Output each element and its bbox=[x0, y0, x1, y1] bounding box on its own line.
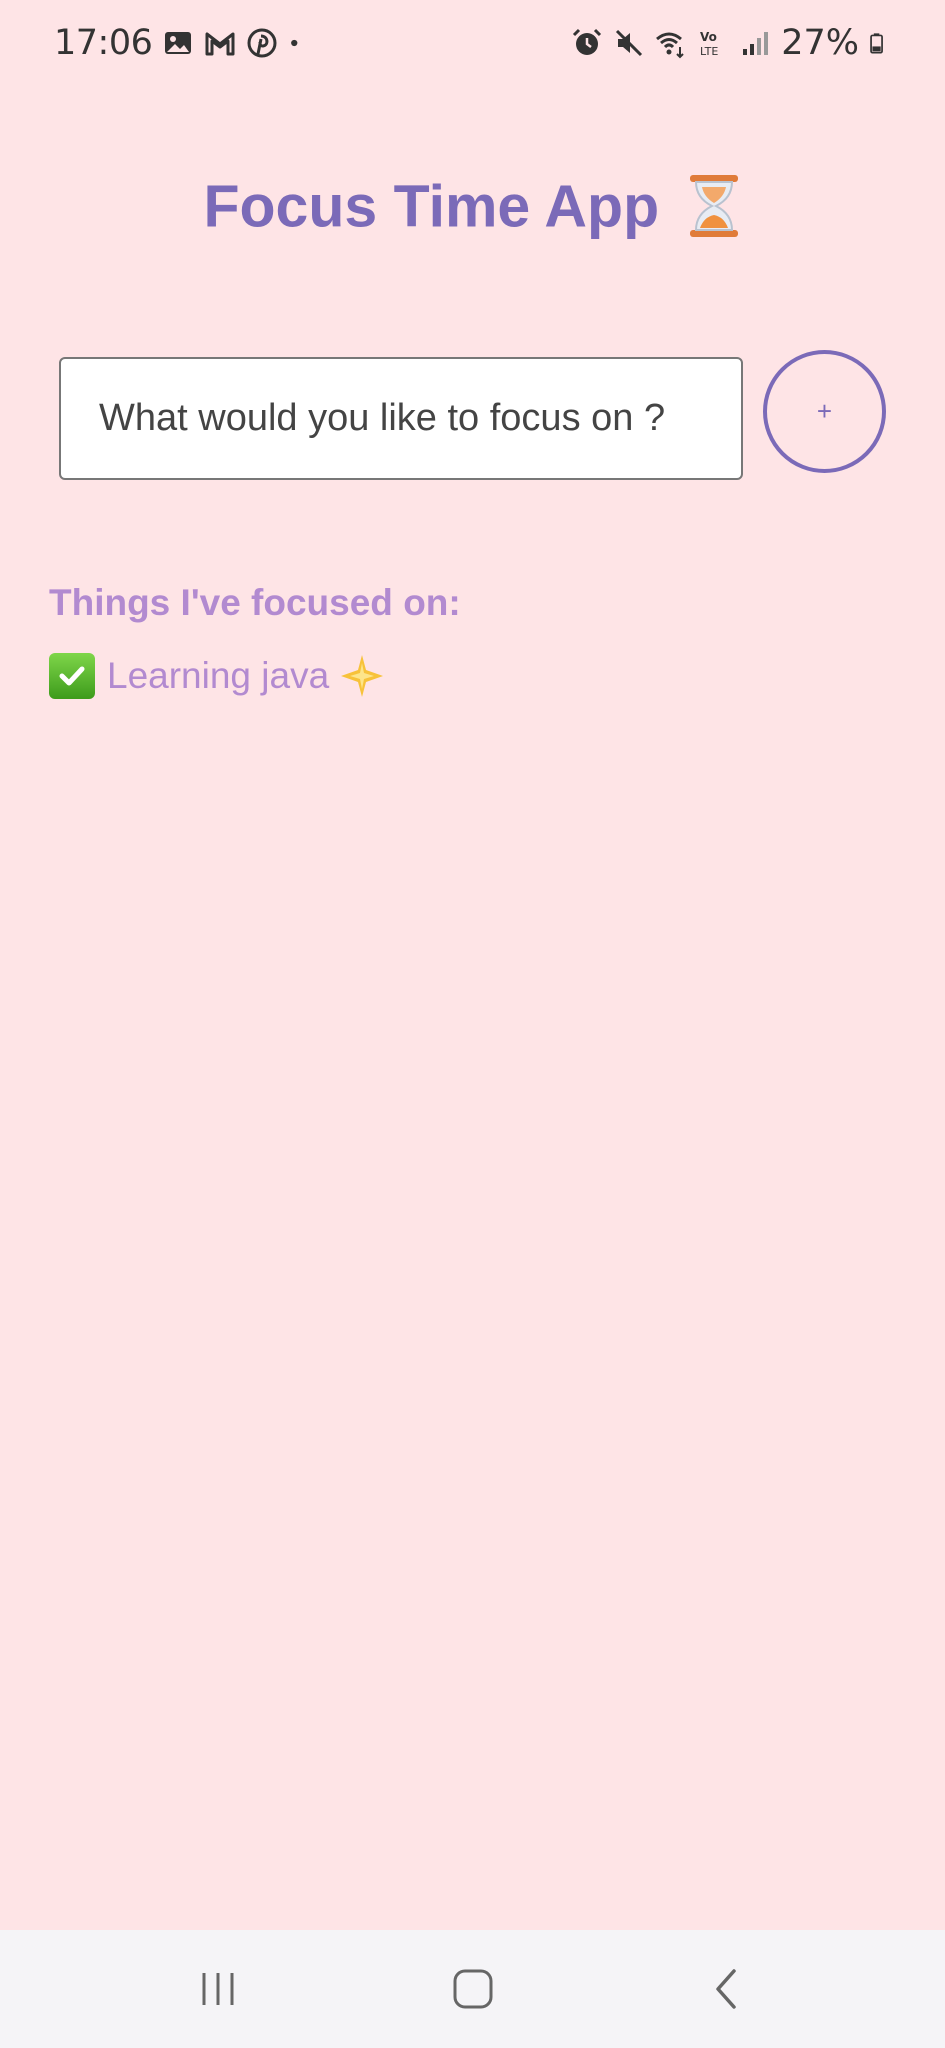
status-time: 17:06 bbox=[54, 23, 153, 63]
history-item: Learning java bbox=[49, 653, 385, 699]
mute-icon bbox=[616, 29, 643, 57]
status-left: 17:06 bbox=[54, 23, 308, 63]
recents-button[interactable] bbox=[178, 1949, 258, 2029]
signal-icon bbox=[743, 32, 769, 55]
add-button-label: + bbox=[816, 396, 833, 426]
dot-icon bbox=[291, 39, 298, 47]
home-button[interactable] bbox=[433, 1949, 513, 2029]
status-right: Vo LTE 27% bbox=[571, 23, 891, 63]
focus-input[interactable] bbox=[61, 359, 741, 478]
home-icon bbox=[453, 1969, 492, 2009]
volte-icon: Vo LTE bbox=[700, 30, 718, 58]
svg-text:Vo: Vo bbox=[700, 30, 717, 44]
recents-icon bbox=[202, 1973, 233, 2005]
check-icon bbox=[49, 653, 95, 699]
system-nav-bar bbox=[0, 1930, 945, 2048]
app-screen: 17:06 Vo LTE 27% Focus Time App What wou… bbox=[0, 0, 945, 2048]
back-button[interactable] bbox=[688, 1949, 768, 2029]
focus-input-container bbox=[59, 357, 743, 480]
page-title-text: Focus Time App bbox=[203, 173, 660, 240]
alarm-icon bbox=[573, 28, 602, 55]
history-heading: Things I've focused on: bbox=[49, 582, 461, 623]
pinterest-icon bbox=[247, 28, 277, 58]
wifi-icon bbox=[656, 32, 684, 59]
svg-text:LTE: LTE bbox=[700, 45, 718, 58]
battery-percent: 27% bbox=[781, 23, 859, 63]
gallery-icon bbox=[165, 32, 192, 54]
page-title: Focus Time App bbox=[0, 168, 945, 240]
back-icon bbox=[715, 1969, 736, 2009]
add-focus-button[interactable]: + bbox=[763, 350, 886, 473]
hourglass-icon bbox=[689, 175, 738, 238]
status-bar: 17:06 Vo LTE 27% bbox=[0, 0, 945, 86]
sparkle-icon bbox=[341, 655, 384, 697]
battery-icon bbox=[870, 33, 883, 54]
history-item-label: Learning java bbox=[107, 655, 330, 696]
gmail-icon bbox=[205, 32, 235, 56]
